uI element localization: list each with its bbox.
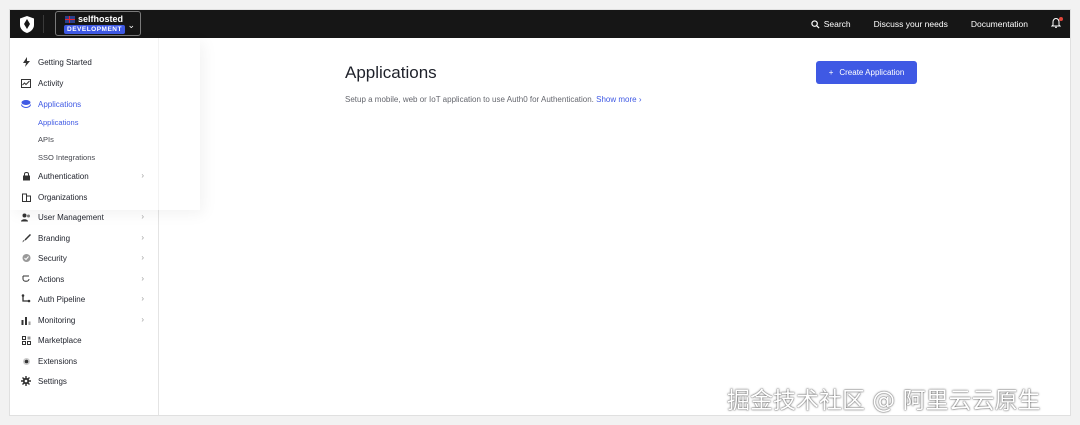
- sidebar-item-label: Extensions: [38, 356, 78, 366]
- sidebar-item-label: Auth Pipeline: [38, 294, 86, 304]
- sidebar-item-label: Organizations: [38, 192, 88, 202]
- documentation-label: Documentation: [970, 19, 1028, 29]
- sidebar-item-user-management[interactable]: User Management ›: [21, 211, 144, 223]
- sidebar-subitem-sso-integrations[interactable]: SSO Integrations: [38, 153, 95, 162]
- uk-flag-icon: [65, 15, 75, 23]
- notification-dot: [1059, 17, 1063, 21]
- watermark-text: 掘金技术社区 @ 阿里云云原生: [727, 388, 1041, 414]
- search-icon: [811, 19, 820, 29]
- discuss-needs-label: Discuss your needs: [873, 19, 948, 29]
- chevron-right-icon: ›: [141, 253, 144, 262]
- page-title: Applications: [345, 63, 437, 82]
- bar-chart-icon: [21, 315, 31, 325]
- sidebar: Getting Started Activity Applications Ap…: [10, 38, 200, 415]
- sidebar-item-label: Applications: [38, 99, 82, 109]
- sidebar-item-monitoring[interactable]: Monitoring ›: [21, 314, 144, 326]
- layers-icon: [21, 99, 31, 109]
- tenant-name: selfhosted: [78, 14, 124, 24]
- search-button[interactable]: Search: [811, 19, 851, 29]
- create-application-label: Create Application: [839, 68, 905, 77]
- actions-icon: [21, 274, 31, 284]
- sidebar-item-label: Monitoring: [38, 315, 76, 325]
- sidebar-item-settings[interactable]: Settings: [21, 375, 144, 387]
- sidebar-item-applications[interactable]: Applications: [21, 98, 144, 110]
- sidebar-item-marketplace[interactable]: Marketplace: [21, 334, 144, 346]
- chevron-right-icon: ›: [141, 233, 144, 242]
- bolt-icon: [21, 57, 31, 67]
- documentation-link[interactable]: Documentation: [971, 19, 1028, 29]
- gear-icon: [21, 376, 31, 386]
- chevron-right-icon: ›: [141, 274, 144, 283]
- notifications-button[interactable]: [1050, 17, 1063, 31]
- sidebar-item-security[interactable]: Security ›: [21, 252, 144, 264]
- description-text: Setup a mobile, web or IoT application t…: [345, 95, 594, 104]
- tenant-name-row: selfhosted: [65, 14, 123, 24]
- search-label: Search: [823, 19, 851, 29]
- sidebar-item-label: Marketplace: [38, 335, 82, 345]
- sidebar-item-label: Actions: [38, 274, 65, 284]
- sidebar-item-label: Settings: [38, 376, 67, 386]
- plus-icon: +: [828, 68, 834, 77]
- topbar-divider: [43, 15, 44, 33]
- sidebar-item-label: Branding: [38, 233, 71, 243]
- sidebar-item-extensions[interactable]: Extensions: [21, 355, 144, 367]
- sidebar-item-organizations[interactable]: Organizations: [21, 191, 144, 203]
- brush-icon: [21, 233, 31, 243]
- sidebar-item-label: Authentication: [38, 171, 89, 181]
- chevron-down-icon: ⌄: [127, 20, 135, 30]
- auth0-logo-icon[interactable]: [17, 14, 37, 34]
- app-window: selfhosted DEVELOPMENT ⌄ Search Discuss …: [10, 10, 1070, 415]
- activity-icon: [21, 78, 31, 88]
- env-badge: DEVELOPMENT: [64, 25, 125, 34]
- sidebar-item-auth-pipeline[interactable]: Auth Pipeline ›: [21, 293, 144, 305]
- chevron-right-icon: ›: [141, 315, 144, 324]
- users-icon: [21, 212, 31, 222]
- main-content: Applications Setup a mobile, web or IoT …: [160, 38, 1070, 415]
- lock-icon: [21, 171, 31, 181]
- extension-icon: [21, 356, 31, 366]
- create-application-button[interactable]: + Create Application: [816, 61, 917, 84]
- sidebar-item-label: User Management: [38, 212, 104, 222]
- pipeline-icon: [21, 294, 31, 304]
- tenant-switcher[interactable]: selfhosted DEVELOPMENT ⌄: [55, 11, 141, 36]
- sidebar-item-label: Activity: [38, 78, 64, 88]
- sidebar-item-activity[interactable]: Activity: [21, 77, 144, 89]
- grid-icon: [21, 335, 31, 345]
- building-icon: [21, 192, 31, 202]
- sidebar-item-actions[interactable]: Actions ›: [21, 273, 144, 285]
- discuss-needs-link[interactable]: Discuss your needs: [874, 19, 948, 29]
- shield-icon: [21, 253, 31, 263]
- sidebar-item-branding[interactable]: Branding ›: [21, 232, 144, 244]
- top-navbar: selfhosted DEVELOPMENT ⌄ Search Discuss …: [10, 10, 1070, 38]
- sidebar-item-authentication[interactable]: Authentication ›: [21, 170, 144, 182]
- show-more-link[interactable]: Show more ›: [596, 95, 641, 104]
- sidebar-item-label: Getting Started: [38, 57, 92, 67]
- show-more-label: Show more: [596, 95, 637, 104]
- sidebar-subitem-applications[interactable]: Applications: [38, 118, 78, 127]
- sidebar-item-getting-started[interactable]: Getting Started: [21, 56, 144, 68]
- sidebar-subitem-apis[interactable]: APIs: [38, 135, 54, 144]
- chevron-right-icon: ›: [141, 294, 144, 303]
- sidebar-item-label: Security: [38, 253, 67, 263]
- chevron-right-icon: ›: [141, 212, 144, 221]
- page-description: Setup a mobile, web or IoT application t…: [345, 95, 642, 104]
- top-links: Search Discuss your needs Documentation: [811, 10, 1070, 38]
- chevron-right-icon: ›: [141, 171, 144, 180]
